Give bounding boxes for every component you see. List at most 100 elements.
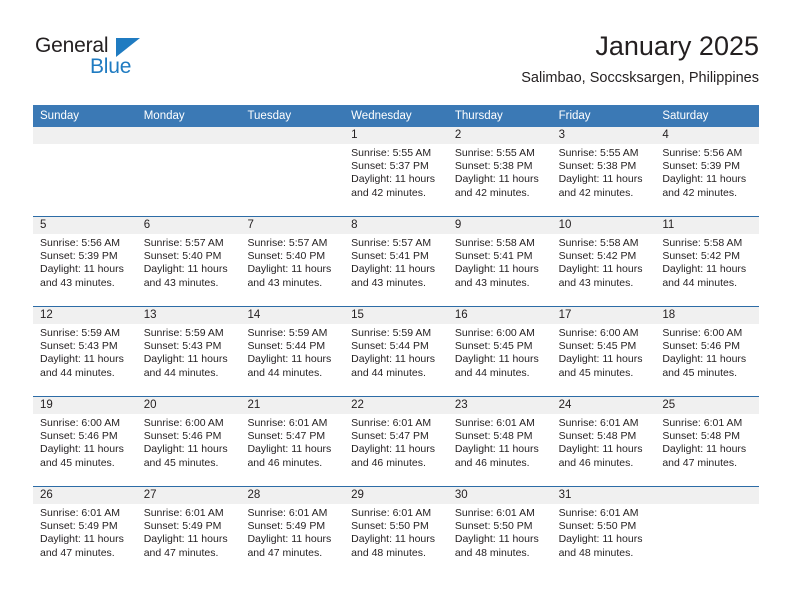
day-detail-band: Sunrise: 5:55 AM Sunset: 5:37 PM Daylight:… [33,144,759,216]
daylight-text: and 42 minutes. [351,186,426,199]
day-number[interactable]: 16 [448,307,552,324]
daylight-text: and 47 minutes. [40,546,115,559]
sunset-text: Sunset: 5:47 PM [247,430,326,443]
sunset-text: Sunset: 5:43 PM [143,340,222,353]
day-number[interactable]: 26 [33,487,137,504]
day-number[interactable]: 2 [448,127,552,144]
day-number[interactable]: 29 [344,487,448,504]
day-number[interactable]: 21 [240,397,344,414]
day-cell[interactable]: Sunrise: 5:59 AM Sunset: 5:44 PM Daylight:… [240,324,344,396]
day-cell[interactable]: Sunrise: 5:55 AM Sunset: 5:38 PM Daylight:… [448,144,552,216]
day-number[interactable]: 22 [344,397,448,414]
sunset-text: Sunset: 5:45 PM [558,340,637,353]
day-cell[interactable]: Sunrise: 6:01 AM Sunset: 5:49 PM Daylight:… [137,504,241,576]
day-cell[interactable]: Sunrise: 6:01 AM Sunset: 5:47 PM Daylight:… [240,414,344,486]
day-cell[interactable]: Sunrise: 6:01 AM Sunset: 5:49 PM Daylight:… [33,504,137,576]
sunrise-text: Sunrise: 5:58 AM [454,237,535,249]
day-number[interactable]: 19 [33,397,137,414]
day-number-band: 19 20 21 22 23 24 25 [33,397,759,414]
day-cell[interactable]: Sunrise: 6:01 AM Sunset: 5:50 PM Daylight:… [344,504,448,576]
day-cell[interactable]: Sunrise: 6:00 AM Sunset: 5:46 PM Daylight:… [33,414,137,486]
daylight-text: Daylight: 11 hours [247,263,332,276]
daylight-text: and 43 minutes. [351,276,426,289]
day-cell[interactable]: Sunrise: 5:59 AM Sunset: 5:43 PM Daylight:… [33,324,137,396]
day-cell[interactable]: Sunrise: 5:57 AM Sunset: 5:40 PM Daylight:… [240,234,344,306]
day-cell[interactable]: Sunrise: 6:01 AM Sunset: 5:49 PM Daylight:… [240,504,344,576]
daylight-text: Daylight: 11 hours [40,263,124,276]
daylight-text: Daylight: 11 hours [247,353,332,366]
day-cell[interactable]: Sunrise: 5:55 AM Sunset: 5:37 PM Daylight:… [344,144,448,216]
day-cell[interactable]: Sunrise: 5:57 AM Sunset: 5:40 PM Daylight:… [137,234,241,306]
day-cell[interactable]: Sunrise: 6:01 AM Sunset: 5:48 PM Daylight:… [448,414,552,486]
day-number[interactable]: 13 [137,307,241,324]
sunset-text: Sunset: 5:50 PM [454,520,533,533]
day-number[interactable]: 3 [552,127,656,144]
day-number[interactable]: 9 [448,217,552,234]
generalblue-logo[interactable]: General Blue [33,34,263,92]
day-cell[interactable]: Sunrise: 6:00 AM Sunset: 5:45 PM Daylight:… [448,324,552,396]
day-number[interactable]: 4 [655,127,759,144]
day-cell[interactable]: Sunrise: 5:59 AM Sunset: 5:44 PM Daylight:… [344,324,448,396]
day-number[interactable]: 31 [552,487,656,504]
day-number[interactable]: 15 [344,307,448,324]
day-cell[interactable]: Sunrise: 5:58 AM Sunset: 5:42 PM Daylight:… [655,234,759,306]
daylight-text: and 42 minutes. [662,186,738,199]
day-number[interactable]: 27 [137,487,241,504]
day-number[interactable]: 5 [33,217,137,234]
day-cell[interactable]: Sunrise: 6:01 AM Sunset: 5:47 PM Daylight:… [344,414,448,486]
day-number[interactable]: 8 [344,217,448,234]
day-number[interactable]: 28 [240,487,344,504]
sunset-text: Sunset: 5:41 PM [351,250,429,263]
sunrise-text: Sunrise: 6:01 AM [247,417,328,429]
daylight-text: and 46 minutes. [454,456,530,469]
day-cell-empty [655,504,759,576]
day-cell[interactable]: Sunrise: 5:58 AM Sunset: 5:42 PM Daylight:… [552,234,656,306]
day-number[interactable]: 12 [33,307,137,324]
day-cell[interactable]: Sunrise: 6:01 AM Sunset: 5:48 PM Daylight:… [655,414,759,486]
daylight-text: Daylight: 11 hours [351,533,436,546]
day-number[interactable]: 11 [655,217,759,234]
sunrise-text: Sunrise: 6:00 AM [454,327,535,339]
daylight-text: Daylight: 11 hours [454,353,539,366]
day-cell[interactable]: Sunrise: 6:01 AM Sunset: 5:50 PM Daylight:… [448,504,552,576]
day-number[interactable]: 30 [448,487,552,504]
day-number[interactable]: 23 [448,397,552,414]
day-cell[interactable]: Sunrise: 5:55 AM Sunset: 5:38 PM Daylight:… [552,144,656,216]
calendar-week-row: 26 27 28 29 30 31 Sunrise: 6:01 AM Sunset: 5:49… [33,486,759,576]
day-cell[interactable]: Sunrise: 6:01 AM Sunset: 5:48 PM Daylight:… [552,414,656,486]
day-cell[interactable]: Sunrise: 5:58 AM Sunset: 5:41 PM Daylight:… [448,234,552,306]
day-cell[interactable]: Sunrise: 6:00 AM Sunset: 5:46 PM Daylight:… [137,414,241,486]
day-cell[interactable]: Sunrise: 5:56 AM Sunset: 5:39 PM Daylight:… [33,234,137,306]
daylight-text: Daylight: 11 hours [558,353,643,366]
page-title: January 2025 [595,31,759,61]
weekday-header-monday: Monday [143,110,185,122]
sunrise-text: Sunrise: 6:01 AM [558,507,639,519]
day-number[interactable]: 10 [552,217,656,234]
day-number[interactable]: 17 [552,307,656,324]
weekday-header-saturday: Saturday [662,110,709,122]
daylight-text: and 44 minutes. [351,366,426,379]
sunset-text: Sunset: 5:46 PM [40,430,118,443]
day-cell[interactable]: Sunrise: 5:59 AM Sunset: 5:43 PM Daylight:… [137,324,241,396]
day-number[interactable]: 1 [344,127,448,144]
day-cell[interactable]: Sunrise: 5:57 AM Sunset: 5:41 PM Daylight:… [344,234,448,306]
day-cell[interactable]: Sunrise: 6:01 AM Sunset: 5:50 PM Daylight:… [552,504,656,576]
day-cell[interactable]: Sunrise: 5:56 AM Sunset: 5:39 PM Daylight:… [655,144,759,216]
sunrise-text: Sunrise: 6:01 AM [454,417,535,429]
title-block: January 2025 Salimbao, Soccsksargen, Phi… [521,30,759,88]
day-number[interactable]: 25 [655,397,759,414]
sunset-text: Sunset: 5:37 PM [351,160,429,173]
sunrise-text: Sunrise: 6:00 AM [558,327,639,339]
daylight-text: Daylight: 11 hours [558,173,643,186]
daylight-text: and 43 minutes. [143,276,219,289]
day-number[interactable]: 7 [240,217,344,234]
daylight-text: and 48 minutes. [454,546,530,559]
day-number[interactable]: 24 [552,397,656,414]
day-number[interactable]: 6 [137,217,241,234]
day-cell[interactable]: Sunrise: 6:00 AM Sunset: 5:45 PM Daylight:… [552,324,656,396]
day-cell[interactable]: Sunrise: 6:00 AM Sunset: 5:46 PM Daylight:… [655,324,759,396]
day-number[interactable]: 20 [137,397,241,414]
sunset-text: Sunset: 5:44 PM [247,340,326,353]
day-number[interactable]: 18 [655,307,759,324]
day-number[interactable]: 14 [240,307,344,324]
